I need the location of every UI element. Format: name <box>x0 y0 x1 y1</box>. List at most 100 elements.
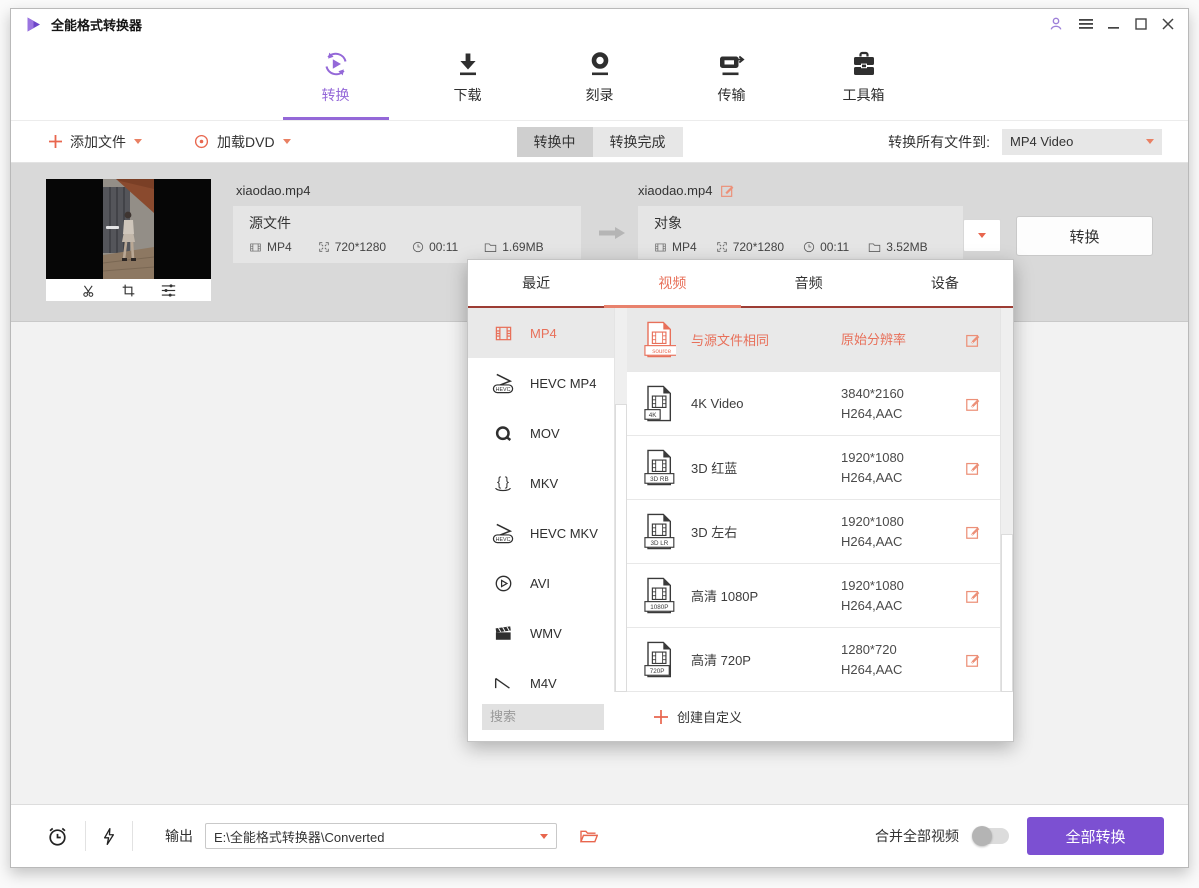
maximize-icon[interactable] <box>1135 18 1147 30</box>
panel-tabs: 最近视频音频设备 <box>468 260 1013 308</box>
search-input[interactable] <box>482 704 604 730</box>
panel-tab-视频[interactable]: 视频 <box>604 260 740 306</box>
format-item-M4V[interactable]: M4V <box>468 658 614 692</box>
open-folder-icon[interactable] <box>579 829 598 844</box>
output-path-input[interactable] <box>205 823 557 849</box>
convert-all-to-label: 转换所有文件到: <box>888 132 990 152</box>
scrollbar-thumb[interactable] <box>615 404 627 692</box>
preset-row-高清 720P[interactable]: 720P高清 720P1280*720H264,AAC <box>627 628 1000 692</box>
add-files-button[interactable]: 添加文件 <box>49 132 142 152</box>
preset-edit-icon[interactable] <box>965 396 981 412</box>
nav-tab-工具箱[interactable]: 工具箱 <box>811 48 917 120</box>
panel-body: MP4 HEVCHEVC MP4MOV{ }MKVHEVCHEVC MKVAVIW… <box>468 308 1013 692</box>
format-item-HEVC MKV[interactable]: HEVCHEVC MKV <box>468 508 614 558</box>
preset-row-3D 左右[interactable]: 3D LR3D 左右1920*1080H264,AAC <box>627 500 1000 564</box>
trim-scissors-icon[interactable] <box>81 283 97 298</box>
nav-tab-下载[interactable]: 下载 <box>415 48 521 120</box>
tab-converting[interactable]: 转换中 <box>517 127 593 157</box>
chevron-down-icon <box>283 139 291 144</box>
target-format-dropdown-button[interactable] <box>963 219 1001 252</box>
format-list-scrollbar[interactable] <box>614 308 627 692</box>
format-item-MOV[interactable]: MOV <box>468 408 614 458</box>
preset-resolution: 原始分辨率 <box>841 332 906 347</box>
minimize-icon[interactable] <box>1108 18 1120 30</box>
schedule-alarm-icon[interactable] <box>46 825 69 848</box>
preset-list-scrollbar[interactable] <box>1000 308 1013 692</box>
merge-videos-toggle[interactable] <box>973 828 1009 844</box>
format-item-AVI[interactable]: AVI <box>468 558 614 608</box>
target-resolution: 720*1280 <box>716 240 784 254</box>
format-item-HEVC MP4[interactable]: HEVCHEVC MP4 <box>468 358 614 408</box>
preset-codec: H264,AAC <box>841 598 902 613</box>
svg-text:source: source <box>652 348 671 355</box>
load-dvd-button[interactable]: 加载DVD <box>194 132 291 152</box>
queue-tabs: 转换中 转换完成 <box>517 127 683 157</box>
preset-row-4K Video[interactable]: 4K4K Video3840*2160H264,AAC <box>627 372 1000 436</box>
preset-edit-icon[interactable] <box>965 652 981 668</box>
create-custom-button[interactable]: 创建自定义 <box>654 707 742 726</box>
quicktime-icon <box>488 424 518 443</box>
nav-tab-label: 下载 <box>454 85 482 105</box>
preset-edit-icon[interactable] <box>965 460 981 476</box>
preset-edit-icon[interactable] <box>965 524 981 540</box>
effects-sliders-icon[interactable] <box>160 283 177 298</box>
convert-button[interactable]: 转换 <box>1016 216 1153 256</box>
menu-icon[interactable] <box>1079 18 1093 30</box>
svg-text:1080P: 1080P <box>650 604 668 611</box>
rename-edit-icon[interactable] <box>720 183 735 198</box>
nav-tab-刻录[interactable]: 刻录 <box>547 48 653 120</box>
close-icon[interactable] <box>1162 18 1174 30</box>
preset-edit-icon[interactable] <box>965 588 981 604</box>
download-icon <box>453 48 483 80</box>
panel-tab-音频[interactable]: 音频 <box>741 260 877 306</box>
nav-tab-转换[interactable]: 转换 <box>283 48 389 120</box>
panel-tab-最近[interactable]: 最近 <box>468 260 604 306</box>
preset-row-3D 红蓝[interactable]: 3D RB3D 红蓝1920*1080H264,AAC <box>627 436 1000 500</box>
video-thumbnail-card <box>46 179 211 301</box>
chevron-down-icon <box>978 233 986 238</box>
create-custom-label: 创建自定义 <box>677 707 742 726</box>
tab-finished[interactable]: 转换完成 <box>593 127 683 157</box>
folder-icon <box>868 242 881 253</box>
target-file-name-row: xiaodao.mp4 <box>638 183 735 198</box>
scrollbar-thumb[interactable] <box>1001 534 1013 692</box>
preset-row-高清 1080P[interactable]: 1080P高清 1080P1920*1080H264,AAC <box>627 564 1000 628</box>
braces-icon: { } <box>488 473 518 493</box>
panel-tab-设备[interactable]: 设备 <box>877 260 1013 306</box>
chevron-down-icon[interactable] <box>540 834 548 839</box>
crop-icon[interactable] <box>121 283 136 298</box>
output-path-combobox <box>205 823 557 849</box>
convert-all-button[interactable]: 全部转换 <box>1027 817 1164 855</box>
preset-edit-icon[interactable] <box>965 332 981 348</box>
chevron-down-icon <box>1146 139 1154 144</box>
play-circle-icon <box>488 574 518 593</box>
preset-resolution: 1920*1080 <box>841 514 904 529</box>
format-label: MP4 <box>530 326 557 341</box>
target-size: 3.52MB <box>868 240 927 254</box>
high-speed-bolt-icon[interactable] <box>102 826 116 847</box>
preset-row-与源文件相同[interactable]: source 与源文件相同原始分辨率 <box>627 308 1000 372</box>
divider <box>85 821 86 851</box>
toggle-knob <box>972 826 992 846</box>
app-logo-icon <box>25 16 42 33</box>
format-item-MP4[interactable]: MP4 <box>468 308 614 358</box>
preset-name: 与源文件相同 <box>691 330 841 349</box>
svg-text:720P: 720P <box>650 668 665 675</box>
clock-icon <box>803 241 815 253</box>
preset-specs: 1920*1080H264,AAC <box>841 512 966 552</box>
toolbar: 添加文件 加载DVD 转换中 转换完成 转换所有文件到: MP4 Video <box>11 121 1188 163</box>
title-bar: 全能格式转换器 <box>11 9 1188 39</box>
format-item-MKV[interactable]: { }MKV <box>468 458 614 508</box>
video-thumbnail[interactable] <box>46 179 211 279</box>
convert-all-to: 转换所有文件到: MP4 Video <box>888 129 1162 155</box>
format-item-WMV[interactable]: WMV <box>468 608 614 658</box>
convert-icon <box>321 48 351 80</box>
add-files-label: 添加文件 <box>70 132 126 152</box>
svg-text:HEVC: HEVC <box>495 386 510 392</box>
preset-specs: 原始分辨率 <box>841 330 966 350</box>
target-format: MP4 <box>654 240 697 254</box>
nav-tab-传输[interactable]: 传输 <box>679 48 785 120</box>
user-account-icon[interactable] <box>1048 16 1064 32</box>
dvd-disc-icon <box>194 134 209 149</box>
output-format-select[interactable]: MP4 Video <box>1002 129 1162 155</box>
